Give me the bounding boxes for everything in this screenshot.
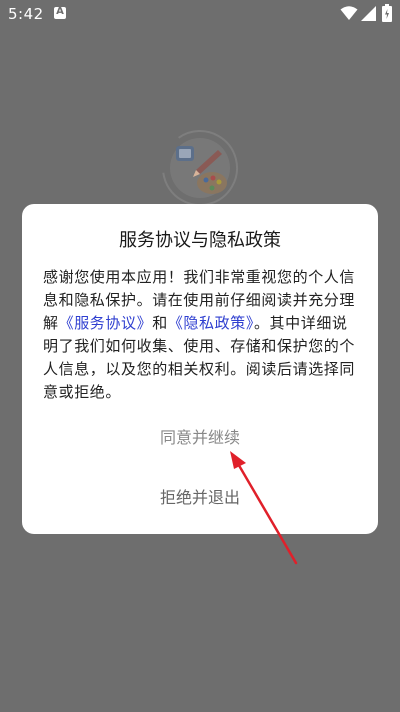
app-logo-icon [162,130,238,206]
service-agreement-link[interactable]: 《服务协议》 [59,314,153,332]
status-time: 5:42 [8,5,44,23]
body-and-text: 和 [152,314,168,332]
status-bar: 5:42 A [0,0,400,28]
dialog-body: 感谢您使用本应用！我们非常重视您的个人信息和隐私保护。请在使用前仔细阅读并充分理… [43,266,361,404]
decline-exit-button[interactable]: 拒绝并退出 [120,482,280,514]
battery-icon [382,4,392,22]
dialog-title: 服务协议与隐私政策 [119,230,281,251]
wifi-icon [340,6,358,20]
notification-a-letter: A [56,6,64,17]
privacy-policy-link[interactable]: 《隐私政策》 [168,314,254,332]
signal-icon [361,6,376,21]
agree-continue-button[interactable]: 同意并继续 [120,422,280,454]
notification-a-icon: A [54,6,66,19]
privacy-dialog: 服务协议与隐私政策 感谢您使用本应用！我们非常重视您的个人信息和隐私保护。请在使… [22,204,378,534]
